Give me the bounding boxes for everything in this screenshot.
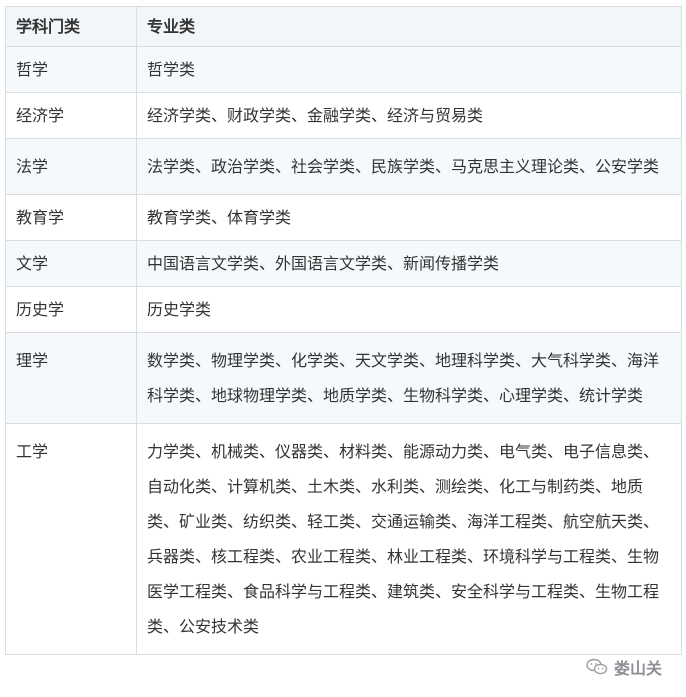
watermark: 娄山关 (586, 655, 662, 679)
majors-table: 学科门类 专业类 哲学 哲学类 经济学 经济学类、财政学类、金融学类、经济与贸易… (5, 6, 682, 655)
category-cell: 文学 (5, 240, 137, 287)
table-row: 哲学 哲学类 (5, 46, 682, 93)
majors-cell: 历史学类 (136, 286, 682, 333)
table-row: 历史学 历史学类 (5, 286, 682, 333)
wechat-icon (586, 658, 608, 675)
table-row: 法学 法学类、政治学类、社会学类、民族学类、马克思主义理论类、公安学类 (5, 138, 682, 195)
category-cell: 教育学 (5, 194, 137, 241)
category-cell: 工学 (5, 423, 137, 655)
table-header-row: 学科门类 专业类 (5, 6, 682, 47)
majors-cell: 中国语言文学类、外国语言文学类、新闻传播学类 (136, 240, 682, 287)
category-cell: 经济学 (5, 92, 137, 139)
table-row: 经济学 经济学类、财政学类、金融学类、经济与贸易类 (5, 92, 682, 139)
majors-cell: 数学类、物理学类、化学类、天文学类、地理科学类、大气科学类、海洋科学类、地球物理… (136, 332, 682, 424)
table-row: 文学 中国语言文学类、外国语言文学类、新闻传播学类 (5, 240, 682, 287)
header-category: 学科门类 (5, 6, 137, 47)
category-cell: 历史学 (5, 286, 137, 333)
table-row: 理学 数学类、物理学类、化学类、天文学类、地理科学类、大气科学类、海洋科学类、地… (5, 332, 682, 424)
majors-cell: 哲学类 (136, 46, 682, 93)
category-cell: 理学 (5, 332, 137, 424)
majors-cell: 法学类、政治学类、社会学类、民族学类、马克思主义理论类、公安学类 (136, 138, 682, 195)
table-row: 工学 力学类、机械类、仪器类、材料类、能源动力类、电气类、电子信息类、自动化类、… (5, 423, 682, 655)
majors-table-container: 学科门类 专业类 哲学 哲学类 经济学 经济学类、财政学类、金融学类、经济与贸易… (5, 6, 682, 655)
majors-cell: 教育学类、体育学类 (136, 194, 682, 241)
category-cell: 法学 (5, 138, 137, 195)
category-cell: 哲学 (5, 46, 137, 93)
table-row: 教育学 教育学类、体育学类 (5, 194, 682, 241)
majors-cell: 力学类、机械类、仪器类、材料类、能源动力类、电气类、电子信息类、自动化类、计算机… (136, 423, 682, 655)
header-majors: 专业类 (136, 6, 682, 47)
watermark-text: 娄山关 (613, 659, 662, 678)
majors-cell: 经济学类、财政学类、金融学类、经济与贸易类 (136, 92, 682, 139)
